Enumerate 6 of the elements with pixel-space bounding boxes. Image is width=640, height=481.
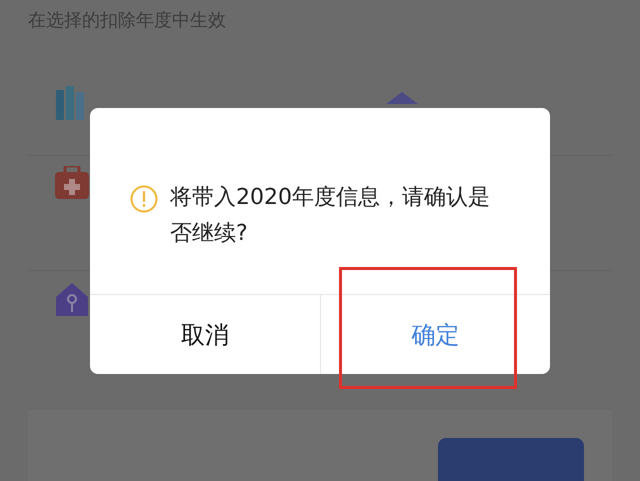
house-key-icon [54,281,90,317]
dialog-message: 将带入2020年度信息，请确认是否继续? [170,184,491,248]
medical-kit-icon [54,166,90,200]
cancel-button[interactable]: 取消 [90,295,320,374]
warning-icon [130,185,158,213]
confirm-button[interactable]: 确定 [320,295,550,374]
